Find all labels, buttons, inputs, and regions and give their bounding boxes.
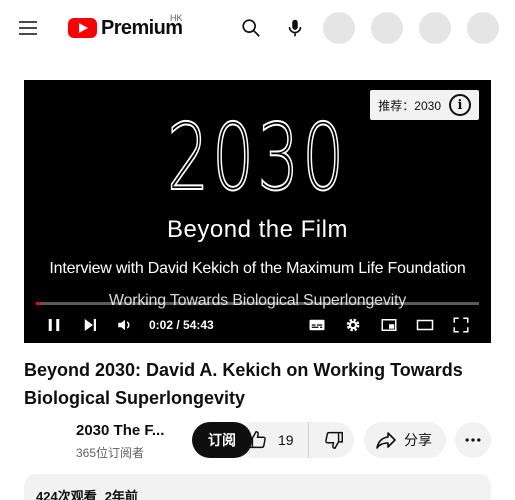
recommendation-chip[interactable]: 推荐：2030 i <box>370 90 479 120</box>
video-frame-subtitle: Beyond the Film <box>167 216 348 243</box>
gear-icon <box>346 318 360 332</box>
more-horizontal-icon <box>465 438 481 442</box>
voice-search-button[interactable] <box>279 12 311 44</box>
channel-name[interactable]: 2030 The F... <box>76 422 164 439</box>
dislike-button[interactable] <box>309 429 345 451</box>
share-button[interactable]: 分享 <box>364 422 446 458</box>
video-player[interactable]: 2030 Beyond the Film Interview with Davi… <box>24 80 491 343</box>
search-button[interactable] <box>235 12 267 44</box>
progress-fill <box>36 302 40 305</box>
time-display: 0:02 / 54:43 <box>149 318 214 332</box>
info-icon[interactable]: i <box>449 94 471 116</box>
share-label: 分享 <box>404 432 432 448</box>
microphone-icon <box>288 19 302 37</box>
volume-icon <box>118 319 130 331</box>
like-count: 19 <box>278 432 294 448</box>
subtitles-button[interactable] <box>307 315 327 335</box>
like-dislike-pill: 19 <box>236 422 354 458</box>
progress-bar[interactable] <box>36 302 479 305</box>
region-code: HK <box>170 13 183 23</box>
video-title: Beyond 2030: David A. Kekich on Working … <box>24 360 463 408</box>
avatar[interactable] <box>467 12 499 44</box>
thumbs-down-icon <box>324 431 343 449</box>
search-icon <box>242 19 260 37</box>
more-actions-button[interactable] <box>455 422 491 458</box>
description-box[interactable]: 424次观看 2年前 <box>24 474 491 500</box>
pause-icon <box>48 319 60 331</box>
placeholder-button-3[interactable] <box>419 12 451 44</box>
video-frame-line-2: Working Towards Biological Superlongevit… <box>108 292 407 309</box>
youtube-play-logo-icon <box>68 18 97 38</box>
next-button[interactable] <box>80 315 100 335</box>
player-controls: 0:02 / 54:43 <box>24 312 491 338</box>
recommendation-label: 推荐：2030 <box>378 98 441 113</box>
share-icon <box>376 432 396 449</box>
miniplayer-button[interactable] <box>379 315 399 335</box>
settings-button[interactable] <box>343 315 363 335</box>
top-bar: Premium HK <box>0 0 515 56</box>
video-frame-title: 2030 <box>167 104 348 211</box>
fullscreen-button[interactable] <box>451 315 471 335</box>
subscribe-button[interactable]: 订阅 <box>192 422 252 458</box>
volume-button[interactable] <box>115 315 135 335</box>
pause-button[interactable] <box>44 315 64 335</box>
like-button[interactable]: 19 <box>246 422 309 458</box>
theater-mode-button[interactable] <box>415 315 435 335</box>
video-frame-line-1: Interview with David Kekich of the Maxim… <box>49 260 466 277</box>
skip-next-icon <box>84 319 96 331</box>
fullscreen-icon <box>453 317 469 333</box>
subscriber-count: 365位订阅者 <box>76 446 145 460</box>
placeholder-button-2[interactable] <box>371 12 403 44</box>
youtube-premium-logo[interactable]: Premium <box>68 12 183 44</box>
placeholder-button-1[interactable] <box>323 12 355 44</box>
theater-mode-icon <box>416 319 434 331</box>
view-count: 424次观看 <box>36 489 97 500</box>
menu-icon[interactable] <box>16 16 40 40</box>
upload-age: 2年前 <box>104 489 138 500</box>
miniplayer-icon <box>381 319 397 331</box>
subtitles-icon <box>309 319 325 331</box>
